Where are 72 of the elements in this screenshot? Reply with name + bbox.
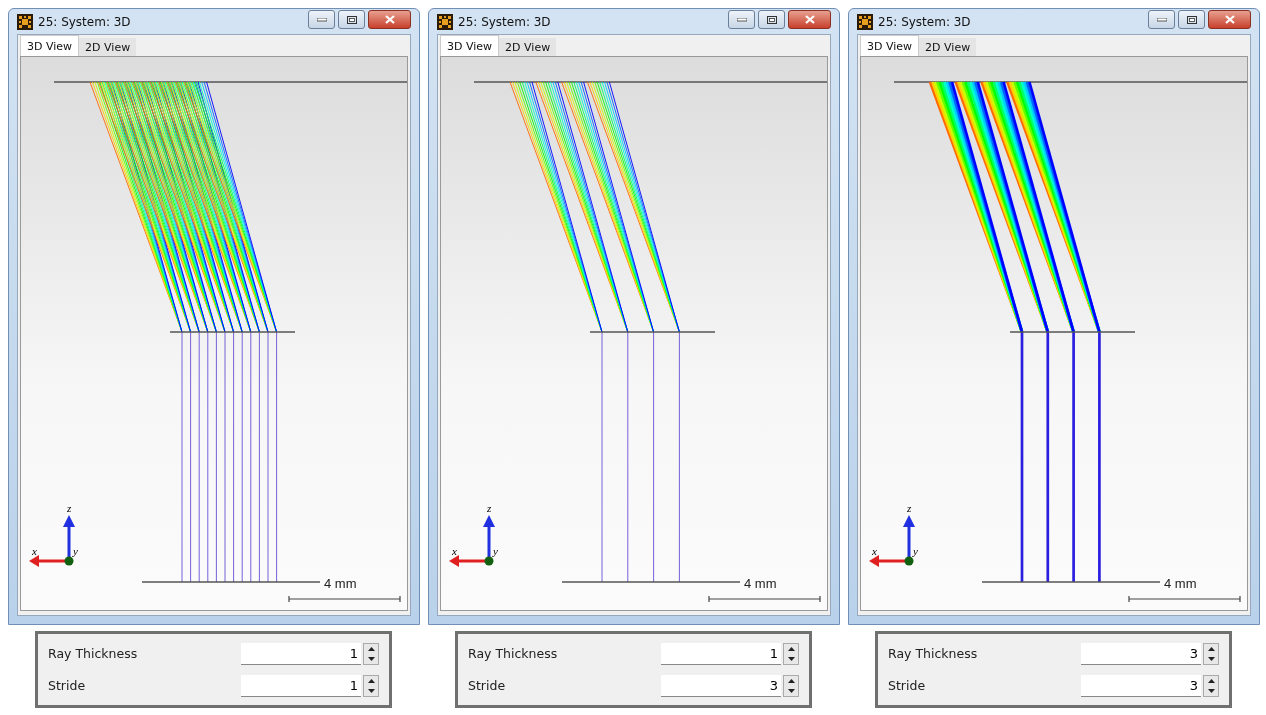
view-tab[interactable]: 2D View xyxy=(79,38,137,56)
app-icon xyxy=(437,13,453,30)
scale-label: 4 mm xyxy=(324,576,357,591)
up-arrow-icon xyxy=(367,678,375,683)
down-arrow-icon xyxy=(1207,656,1215,661)
axis-label: z xyxy=(907,502,912,514)
down-arrow-icon xyxy=(367,688,375,693)
scale-label: 4 mm xyxy=(1164,576,1197,591)
axis-label: y xyxy=(913,545,918,557)
window-title: 25: System: 3D xyxy=(458,14,552,29)
number-field[interactable]: 3 xyxy=(1081,674,1201,697)
view-tab[interactable]: 2D View xyxy=(919,38,977,56)
up-arrow-icon xyxy=(787,678,795,683)
minimize-icon xyxy=(1156,17,1167,22)
up-arrow-icon xyxy=(367,646,375,651)
setting-label: Stride xyxy=(48,678,87,693)
number-field[interactable]: 1 xyxy=(241,674,361,697)
app-icon xyxy=(17,13,33,30)
axis-label: y xyxy=(493,545,498,557)
minimize-button[interactable] xyxy=(308,10,335,29)
number-field[interactable]: 3 xyxy=(1081,642,1201,665)
axis-label: z xyxy=(487,502,492,514)
close-button[interactable] xyxy=(788,10,831,29)
axis-label: y xyxy=(73,545,78,557)
view-tab[interactable]: 2D View xyxy=(499,38,557,56)
setting-label: Ray Thickness xyxy=(468,646,559,661)
close-icon xyxy=(1224,15,1235,24)
down-arrow-icon xyxy=(787,688,795,693)
setting-label: Ray Thickness xyxy=(888,646,979,661)
app-icon xyxy=(857,13,873,30)
close-icon xyxy=(804,15,815,24)
spin-button[interactable] xyxy=(783,674,799,697)
close-button[interactable] xyxy=(1208,10,1251,29)
spin-button[interactable] xyxy=(783,642,799,665)
scale-label: 4 mm xyxy=(744,576,777,591)
setting-label: Stride xyxy=(468,678,507,693)
minimize-icon xyxy=(316,17,327,22)
minimize-button[interactable] xyxy=(1148,10,1175,29)
view-tab[interactable]: 3D View xyxy=(860,35,920,56)
spin-button[interactable] xyxy=(363,642,379,665)
down-arrow-icon xyxy=(367,656,375,661)
down-arrow-icon xyxy=(787,656,795,661)
window-title: 25: System: 3D xyxy=(38,14,132,29)
maximize-button[interactable] xyxy=(338,10,365,29)
number-field[interactable]: 1 xyxy=(661,642,781,665)
setting-label: Stride xyxy=(888,678,927,693)
spin-button[interactable] xyxy=(1203,642,1219,665)
axis-label: x xyxy=(32,545,37,557)
spin-button[interactable] xyxy=(363,674,379,697)
maximize-icon xyxy=(766,15,777,24)
maximize-button[interactable] xyxy=(758,10,785,29)
maximize-icon xyxy=(1186,15,1197,24)
up-arrow-icon xyxy=(787,646,795,651)
maximize-icon xyxy=(346,15,357,24)
axis-label: z xyxy=(67,502,72,514)
maximize-button[interactable] xyxy=(1178,10,1205,29)
down-arrow-icon xyxy=(1207,688,1215,693)
close-button[interactable] xyxy=(368,10,411,29)
number-field[interactable]: 3 xyxy=(661,674,781,697)
minimize-icon xyxy=(736,17,747,22)
up-arrow-icon xyxy=(1207,678,1215,683)
spin-button[interactable] xyxy=(1203,674,1219,697)
axis-label: x xyxy=(452,545,457,557)
minimize-button[interactable] xyxy=(728,10,755,29)
view-tab[interactable]: 3D View xyxy=(20,35,80,56)
view-tab[interactable]: 3D View xyxy=(440,35,500,56)
close-icon xyxy=(384,15,395,24)
setting-label: Ray Thickness xyxy=(48,646,139,661)
up-arrow-icon xyxy=(1207,646,1215,651)
window-title: 25: System: 3D xyxy=(878,14,972,29)
axis-label: x xyxy=(872,545,877,557)
number-field[interactable]: 1 xyxy=(241,642,361,665)
